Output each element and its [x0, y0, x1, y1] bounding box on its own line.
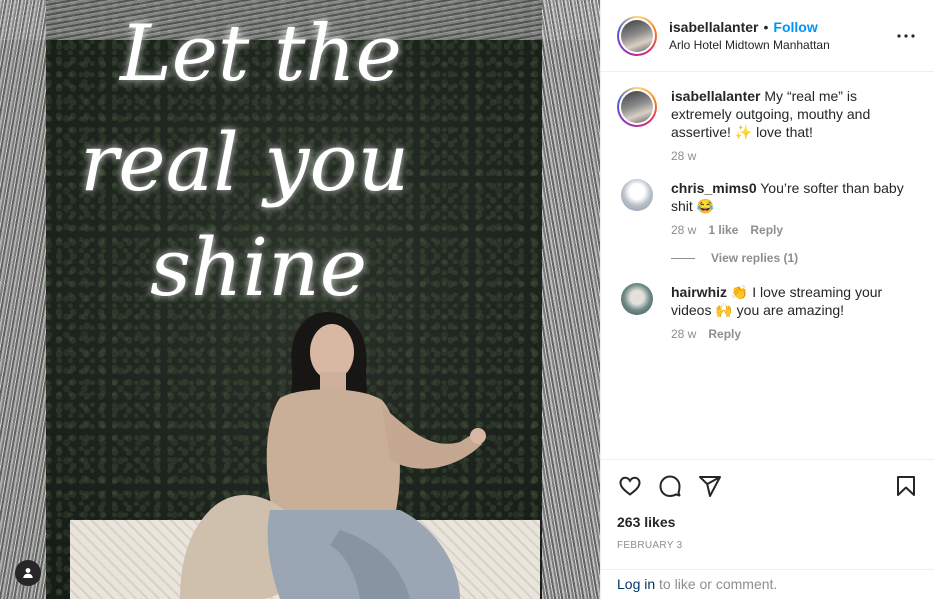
- commenter-avatar[interactable]: [621, 179, 653, 211]
- comment-time[interactable]: 28 w: [671, 223, 696, 237]
- reply-button[interactable]: Reply: [750, 223, 783, 237]
- avatar-image: [621, 91, 653, 123]
- caption: isabellalanter My “real me” is extremely…: [617, 87, 919, 163]
- commenter-avatar[interactable]: [621, 283, 653, 315]
- comment-text: chris_mims0 You’re softer than baby shit…: [671, 179, 919, 215]
- reply-button[interactable]: Reply: [708, 327, 741, 341]
- author-username[interactable]: isabellalanter: [669, 19, 759, 35]
- author-info: isabellalanter • Follow Arlo Hotel Midto…: [669, 19, 894, 52]
- comments-list[interactable]: isabellalanter My “real me” is extremely…: [601, 73, 934, 459]
- view-replies-label: View replies (1): [711, 251, 799, 265]
- more-options-icon: [897, 33, 915, 38]
- more-options-button[interactable]: [894, 24, 918, 48]
- post-dialog: Let the real you shine isabellalanter • …: [0, 0, 934, 599]
- bookmark-icon: [897, 476, 915, 496]
- neon-line-3: shine: [150, 221, 367, 314]
- share-button[interactable]: [697, 473, 723, 499]
- post-actions: 263 likes FEBRUARY 3: [601, 459, 934, 569]
- view-replies-button[interactable]: View replies (1): [671, 251, 919, 265]
- user-tag-icon: [23, 568, 33, 578]
- separator-dot: •: [763, 19, 769, 35]
- caption-time[interactable]: 28 w: [671, 149, 696, 163]
- comment-item: hairwhiz 👏 I love streaming your videos …: [617, 283, 919, 341]
- comment-likes[interactable]: 1 like: [708, 223, 738, 237]
- replies-divider: [671, 257, 695, 259]
- comment-bubble-icon: [659, 475, 681, 497]
- action-bar: [617, 460, 919, 512]
- person-figure: [180, 312, 486, 599]
- tinsel-garland-left: [0, 0, 46, 599]
- comment-username[interactable]: hairwhiz: [671, 284, 727, 300]
- post-photo[interactable]: Let the real you shine: [0, 0, 600, 599]
- post-header: isabellalanter • Follow Arlo Hotel Midto…: [601, 0, 934, 72]
- avatar-image: [621, 19, 653, 52]
- caption-text: isabellalanter My “real me” is extremely…: [671, 87, 919, 141]
- follow-button[interactable]: Follow: [773, 19, 817, 35]
- login-link[interactable]: Log in: [617, 576, 655, 592]
- login-prompt: Log in to like or comment.: [601, 569, 934, 599]
- likes-count[interactable]: 263 likes: [617, 514, 919, 530]
- neon-line-2: real you: [80, 116, 409, 209]
- caption-avatar[interactable]: [617, 87, 657, 127]
- tinsel-garland-right: [542, 0, 600, 599]
- like-button[interactable]: [617, 473, 643, 499]
- save-button[interactable]: [893, 473, 919, 499]
- comment-button[interactable]: [657, 473, 683, 499]
- comment-username[interactable]: chris_mims0: [671, 180, 757, 196]
- neon-line-1: Let the: [118, 9, 402, 99]
- author-avatar[interactable]: [617, 15, 657, 56]
- caption-username[interactable]: isabellalanter: [671, 88, 761, 104]
- comment-text: hairwhiz 👏 I love streaming your videos …: [671, 283, 919, 319]
- comment-item: chris_mims0 You’re softer than baby shit…: [617, 179, 919, 237]
- post-date[interactable]: FEBRUARY 3: [617, 540, 919, 551]
- heart-icon: [619, 476, 641, 496]
- login-prompt-text: to like or comment.: [655, 576, 778, 592]
- tagged-users-button[interactable]: [15, 560, 41, 586]
- paper-plane-icon: [699, 476, 721, 497]
- post-side-panel: isabellalanter • Follow Arlo Hotel Midto…: [600, 0, 934, 599]
- neon-sign: Let the real you shine: [80, 9, 409, 314]
- comment-time[interactable]: 28 w: [671, 327, 696, 341]
- post-location[interactable]: Arlo Hotel Midtown Manhattan: [669, 38, 894, 52]
